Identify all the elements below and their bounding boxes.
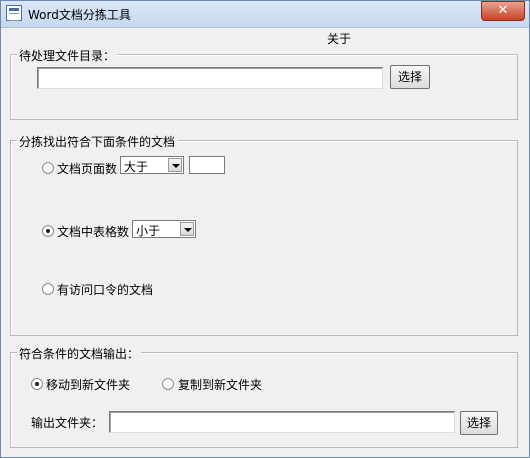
output-title: 符合条件的文档输出： [17,345,142,362]
table-count-label: 文档中表格数 [57,225,130,239]
source-directory-input[interactable] [37,67,383,89]
page-count-operator-select[interactable]: 大于 [120,156,184,174]
page-count-radio[interactable] [42,162,54,174]
table-count-radio[interactable] [42,225,54,237]
filter-conditions-group: 分拣找出符合下面条件的文档 文档页面数 大于 文档中表格数 小于 有访问口令的文… [10,133,518,336]
move-to-folder-radio[interactable] [31,378,43,390]
output-folder-label: 输出文件夹： [31,416,104,430]
table-count-operator-value: 小于 [136,224,161,238]
title-bar: Word文档分拣工具 ✕ [0,0,530,28]
output-group: 符合条件的文档输出： 移动到新文件夹 复制到新文件夹 输出文件夹： 选择 [10,345,518,448]
source-directory-title: 待处理文件目录： [17,47,118,64]
copy-to-folder-radio[interactable] [162,378,174,390]
close-button[interactable]: ✕ [481,1,525,21]
app-icon [6,5,22,21]
source-directory-group: 待处理文件目录： 选择 [10,47,518,120]
output-folder-input[interactable] [109,411,455,433]
table-count-operator-select[interactable]: 小于 [132,220,196,238]
output-select-button[interactable]: 选择 [460,411,498,435]
page-count-value-input[interactable] [189,156,225,174]
move-to-folder-label: 移动到新文件夹 [46,378,131,392]
filter-conditions-title: 分拣找出符合下面条件的文档 [17,133,178,150]
chevron-down-icon [180,222,194,236]
menu-bar: 关于 [0,28,530,46]
menu-item-about[interactable]: 关于 [327,30,351,47]
window-title: Word文档分拣工具 [28,8,131,22]
password-protected-label: 有访问口令的文档 [57,283,154,297]
copy-to-folder-label: 复制到新文件夹 [178,378,263,392]
password-protected-radio[interactable] [42,283,54,295]
source-select-button[interactable]: 选择 [390,65,430,89]
chevron-down-icon [168,158,182,172]
page-count-operator-value: 大于 [124,160,149,174]
page-count-label: 文档页面数 [57,162,118,176]
